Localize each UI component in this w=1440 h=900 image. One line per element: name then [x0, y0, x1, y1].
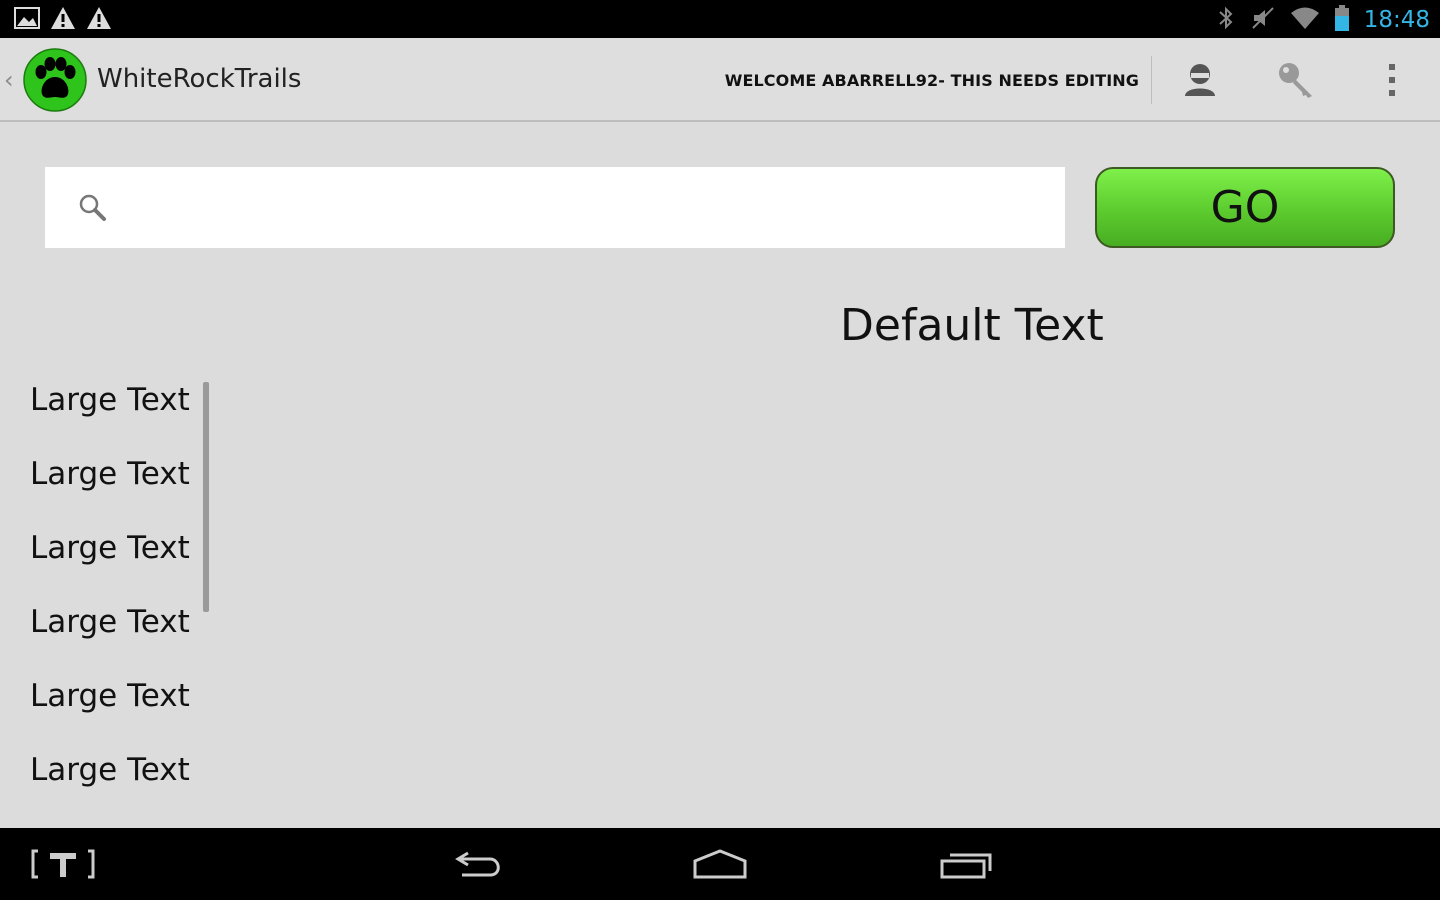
action-bar-divider — [1151, 56, 1152, 104]
battery-icon — [1334, 4, 1350, 36]
clock: 18:48 — [1363, 7, 1430, 33]
list-item[interactable]: Large Text — [30, 456, 190, 492]
overflow-menu-icon — [1389, 64, 1395, 96]
content-area: GO Default Text Large Text Large Text La… — [0, 122, 1440, 828]
app-title: WhiteRockTrails — [97, 64, 302, 94]
muted-icon — [1250, 4, 1276, 36]
app-logo[interactable] — [23, 48, 87, 112]
list-scrollbar[interactable] — [203, 382, 209, 612]
recent-apps-icon — [940, 853, 992, 879]
list-item[interactable]: Large Text — [30, 382, 190, 418]
list-item[interactable]: Large Text — [30, 604, 190, 640]
home-button[interactable] — [688, 840, 752, 888]
up-caret-icon[interactable]: ‹ — [4, 66, 14, 94]
bluetooth-icon — [1216, 4, 1236, 36]
back-icon — [455, 851, 500, 877]
image-notification-icon — [14, 6, 40, 34]
key-icon — [1279, 63, 1312, 98]
action-bar: ‹ WhiteRockTrails WELCOME ABARRELL92- TH… — [0, 38, 1440, 122]
list-item[interactable]: Large Text — [30, 530, 190, 566]
navigation-bar — [0, 828, 1440, 900]
paw-logo-icon — [23, 48, 87, 112]
status-bar: 18:48 — [0, 0, 1440, 38]
home-icon — [693, 849, 747, 879]
overflow-menu-button[interactable] — [1364, 54, 1420, 106]
search-icon — [78, 193, 108, 227]
search-input[interactable] — [125, 167, 1055, 248]
default-text: Default Text — [840, 300, 1104, 351]
profile-icon — [1185, 64, 1215, 96]
recent-apps-button[interactable] — [934, 840, 998, 888]
list-item[interactable]: Large Text — [30, 678, 190, 714]
wifi-icon — [1290, 5, 1320, 35]
text-list[interactable]: Large Text Large Text Large Text Large T… — [0, 368, 210, 828]
welcome-message: WELCOME ABARRELL92- THIS NEEDS EDITING — [724, 71, 1139, 90]
app-shortcut-icon — [31, 849, 95, 879]
back-button[interactable] — [446, 840, 510, 888]
key-button[interactable] — [1268, 54, 1324, 106]
warning-icon — [50, 6, 76, 34]
warning-icon — [86, 6, 112, 34]
search-box[interactable] — [45, 167, 1065, 248]
app-shortcut-button[interactable] — [28, 840, 98, 888]
profile-button[interactable] — [1172, 54, 1228, 106]
list-item[interactable]: Large Text — [30, 752, 190, 788]
go-button[interactable]: GO — [1095, 167, 1395, 248]
